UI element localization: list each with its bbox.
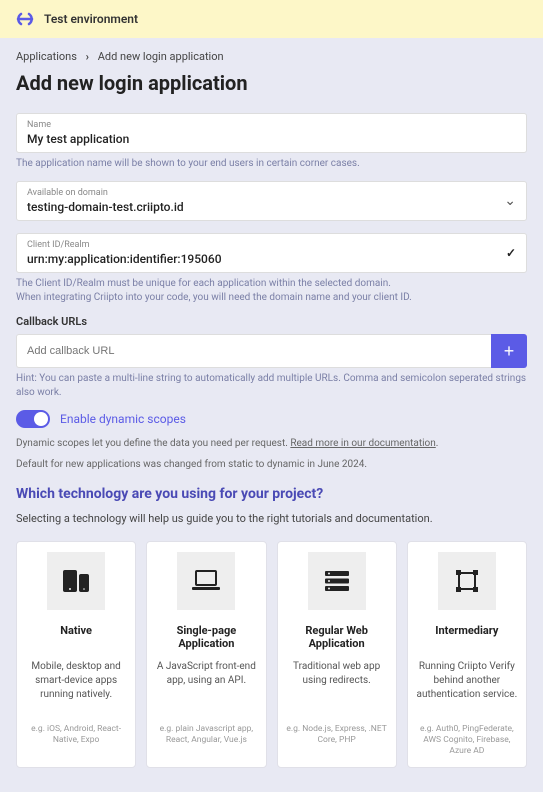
dynamic-scopes-toggle[interactable] [16, 410, 50, 428]
breadcrumb-root[interactable]: Applications [16, 50, 77, 63]
domain-label: Available on domain [27, 188, 516, 198]
name-value: My test application [27, 132, 516, 146]
env-banner: Test environment [0, 0, 543, 38]
callback-input[interactable] [16, 334, 491, 368]
client-id-field[interactable]: Client ID/Realm urn:my:application:ident… [16, 233, 527, 273]
tech-eg: e.g. Auth0, PingFederate, AWS Cognito, F… [416, 724, 518, 757]
tech-card-native[interactable]: Native Mobile, desktop and smart-device … [16, 541, 136, 768]
domain-field[interactable]: Available on domain testing-domain-test.… [16, 181, 527, 221]
env-label: Test environment [44, 12, 138, 26]
check-icon: ✓ [506, 246, 516, 260]
breadcrumb-current: Add new login application [98, 50, 224, 63]
native-icon [47, 552, 105, 610]
toggle-knob [34, 412, 48, 426]
name-help: The application name will be shown to yo… [16, 157, 527, 171]
name-field[interactable]: Name My test application [16, 113, 527, 153]
client-help: The Client ID/Realm must be unique for e… [16, 277, 527, 305]
server-icon [308, 552, 366, 610]
breadcrumb: Applications › Add new login application [16, 50, 527, 63]
tech-desc: Mobile, desktop and smart-device apps ru… [25, 660, 127, 710]
tech-title: Intermediary [416, 624, 518, 650]
tech-heading: Which technology are you using for your … [16, 486, 527, 502]
tech-title: Single-page Application [155, 624, 257, 650]
intermediary-icon [438, 552, 496, 610]
tech-title: Regular Web Application [286, 624, 388, 650]
plus-icon: + [504, 341, 515, 362]
chevron-down-icon: ⌄ [504, 193, 516, 209]
client-id-label: Client ID/Realm [27, 240, 516, 250]
add-callback-button[interactable]: + [491, 334, 527, 368]
chevron-right-icon: › [86, 50, 89, 63]
tech-title: Native [25, 624, 127, 650]
scopes-doc-link[interactable]: Read more in our documentation [290, 438, 435, 449]
tech-eg: e.g. Node.js, Express, .NET Core, PHP [286, 724, 388, 746]
domain-value: testing-domain-test.criipto.id [27, 200, 516, 214]
tech-sub: Selecting a technology will help us guid… [16, 512, 527, 525]
scopes-desc: Dynamic scopes let you define the data y… [16, 436, 527, 451]
tech-desc: Running Criipto Verify behind another au… [416, 660, 518, 710]
scopes-default-note: Default for new applications was changed… [16, 457, 527, 472]
callback-hint: Hint: You can paste a multi-line string … [16, 372, 527, 400]
client-id-value: urn:my:application:identifier:195060 [27, 252, 516, 266]
dynamic-scopes-label: Enable dynamic scopes [60, 412, 186, 426]
tech-desc: A JavaScript front-end app, using an API… [155, 660, 257, 710]
laptop-icon [177, 552, 235, 610]
tech-desc: Traditional web app using redirects. [286, 660, 388, 710]
tech-eg: e.g. iOS, Android, React-Native, Expo [25, 724, 127, 746]
tech-card-intermediary[interactable]: Intermediary Running Criipto Verify behi… [407, 541, 527, 768]
tech-card-web[interactable]: Regular Web Application Traditional web … [277, 541, 397, 768]
page-title: Add new login application [16, 71, 527, 95]
name-label: Name [27, 120, 516, 130]
callback-label: Callback URLs [16, 315, 527, 328]
tech-card-spa[interactable]: Single-page Application A JavaScript fro… [146, 541, 266, 768]
tech-eg: e.g. plain Javascript app, React, Angula… [155, 724, 257, 746]
logo-icon [16, 10, 34, 28]
